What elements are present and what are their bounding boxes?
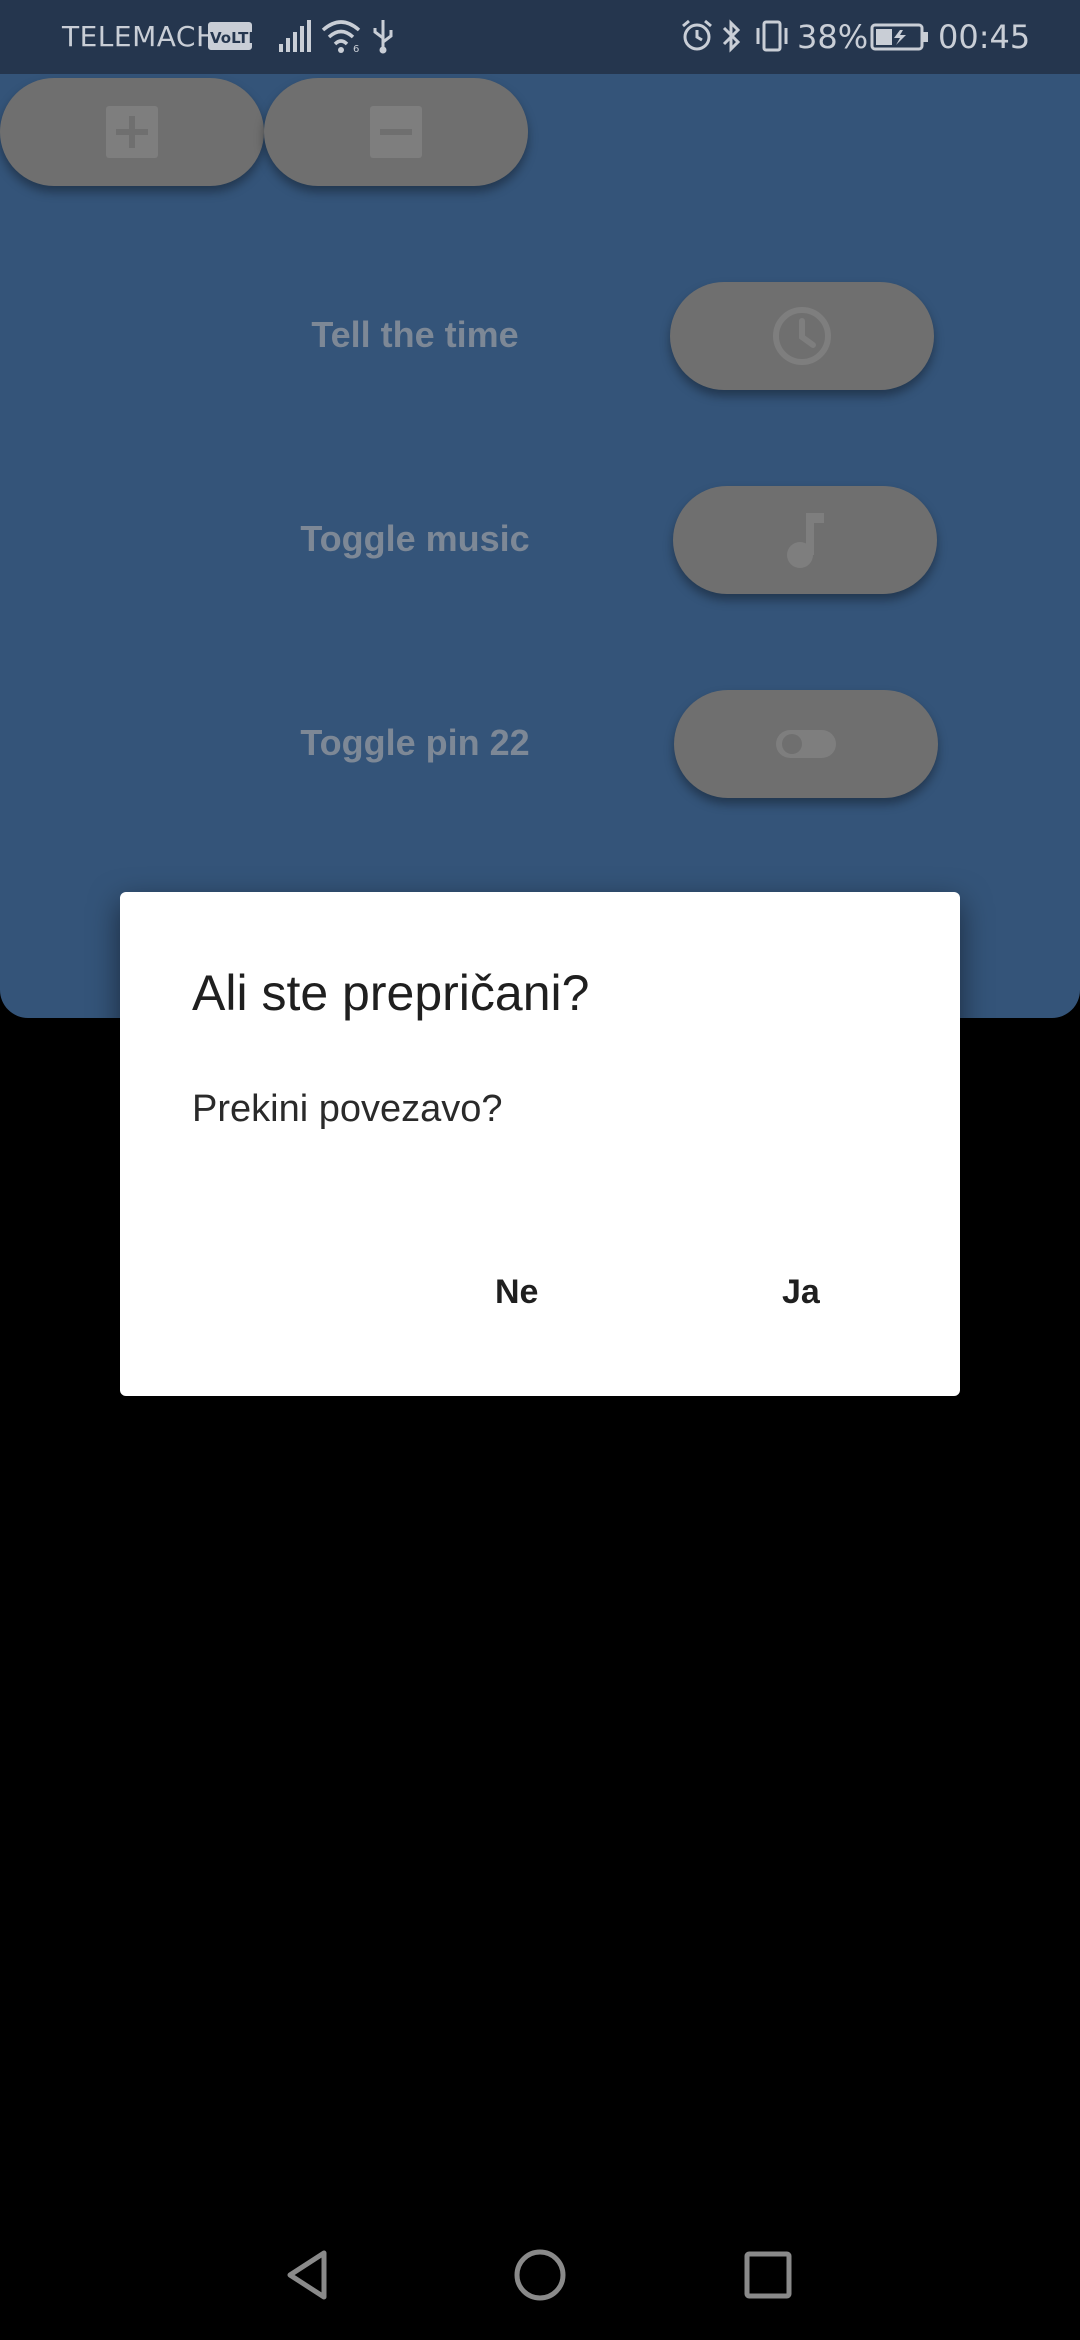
music-note-icon [787, 513, 824, 568]
plus-icon [106, 106, 158, 158]
carrier-name: TELEMACH [62, 20, 218, 53]
home-circle-icon [514, 2249, 566, 2301]
app-main-panel: Tell the time Toggle music Toggle pin 22 [0, 74, 1080, 1018]
zoom-in-button[interactable] [0, 78, 264, 186]
back-triangle-icon [287, 2250, 327, 2300]
recents-square-icon [744, 2251, 792, 2299]
dialog-title: Ali ste prepričani? [192, 965, 590, 1021]
minus-icon [370, 106, 422, 158]
toggle-pin-button[interactable] [674, 690, 938, 798]
clock-icon [773, 307, 831, 365]
nav-recents-button[interactable] [728, 2235, 808, 2315]
toggle-music-label: Toggle music [300, 518, 530, 559]
usb-icon [373, 20, 393, 54]
phone-screen: TELEMACH VoLTE 6 38% 00:45 Tell the time… [0, 0, 1080, 2340]
battery-charging-icon [870, 23, 928, 51]
wifi-icon: 6 [321, 20, 361, 54]
toggle-music-button[interactable] [673, 486, 937, 594]
confirm-dialog: Ali ste prepričani? Prekini povezavo? Ne… [120, 892, 960, 1396]
alarm-icon [682, 19, 712, 51]
dialog-no-button[interactable]: Ne [475, 1262, 558, 1322]
status-bar: TELEMACH VoLTE 6 38% 00:45 [0, 0, 1080, 74]
signal-icon [279, 20, 311, 52]
battery-percent: 38% [797, 18, 869, 56]
toggle-switch-icon [776, 730, 836, 758]
tell-time-button[interactable] [670, 282, 934, 390]
svg-text:6: 6 [353, 44, 359, 54]
dialog-yes-button[interactable]: Ja [762, 1262, 840, 1322]
tell-time-label: Tell the time [311, 314, 519, 355]
status-time: 00:45 [938, 18, 1031, 56]
dialog-message: Prekini povezavo? [192, 1088, 503, 1130]
bluetooth-icon [722, 19, 741, 53]
toggle-pin-label: Toggle pin 22 [300, 722, 530, 763]
zoom-out-button[interactable] [264, 78, 528, 186]
nav-back-button[interactable] [270, 2235, 350, 2315]
volte-badge: VoLTE [208, 22, 259, 50]
nav-home-button[interactable] [500, 2235, 580, 2315]
vibrate-icon [756, 20, 788, 52]
